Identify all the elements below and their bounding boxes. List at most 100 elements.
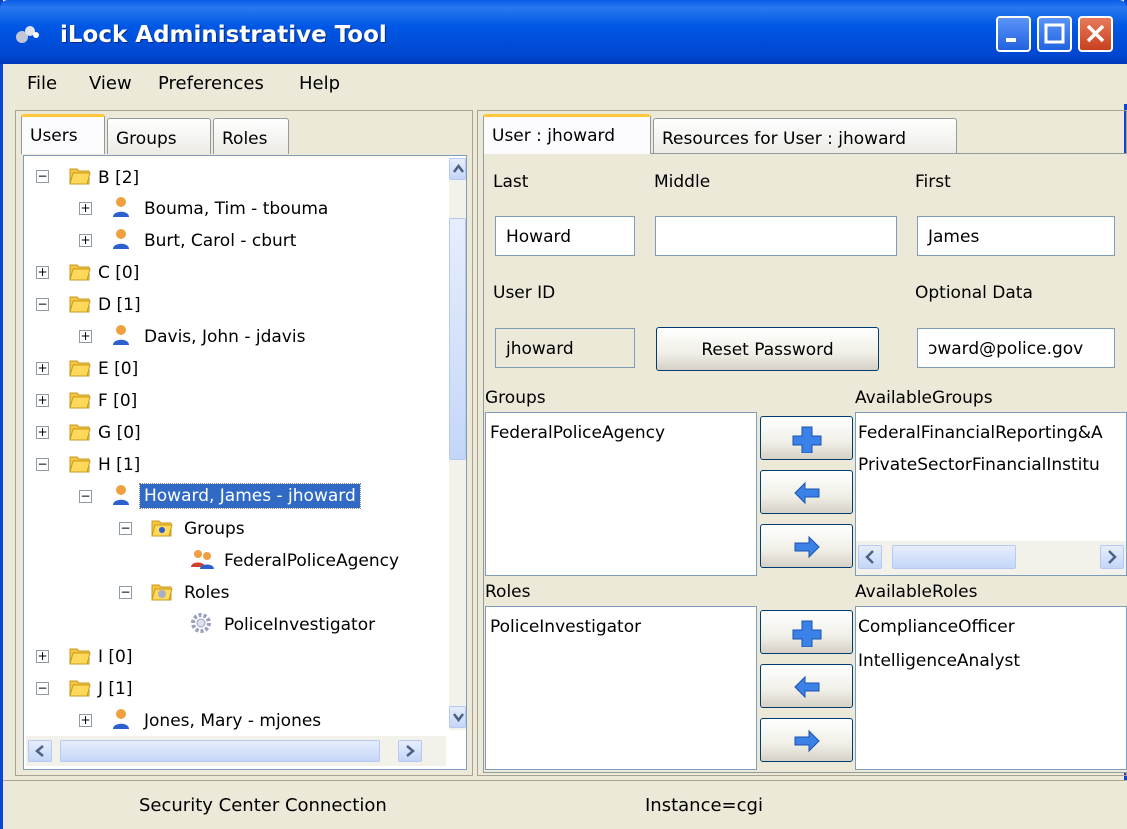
last-name-input[interactable]: Howard [495,216,635,256]
tree-node-f[interactable]: F [0] [98,391,137,411]
groups-list[interactable]: FederalPoliceAgency [485,412,757,576]
collapse-icon[interactable]: − [119,522,132,535]
tree-node-davis[interactable]: Davis, John - jdavis [144,327,305,347]
scroll-up-icon[interactable] [449,158,466,180]
connection-status: Security Center Connection [139,795,387,816]
move-role-right-button[interactable] [760,718,853,762]
first-name-input[interactable]: James [917,216,1115,256]
list-item[interactable]: ComplianceOfficer [858,617,1015,637]
roles-label: Roles [485,582,531,602]
expand-icon[interactable]: + [79,234,92,247]
user-icon [113,197,129,217]
group-icon [191,550,214,569]
available-groups-label: AvailableGroups [855,388,993,408]
folder-icon [69,360,91,377]
collapse-icon[interactable]: − [36,170,49,183]
expand-icon[interactable]: + [79,330,92,343]
arrow-left-icon [794,481,820,505]
list-item[interactable]: IntelligenceAnalyst [858,651,1020,671]
tree-node-c[interactable]: C [0] [98,263,139,283]
scroll-down-icon[interactable] [449,706,466,728]
tree-node-b[interactable]: B [2] [98,168,139,188]
move-role-left-button[interactable] [760,664,853,708]
tree-node-d[interactable]: D [1] [98,295,141,315]
scroll-thumb[interactable] [60,740,380,762]
tab-user[interactable]: User : jhoward [483,114,651,154]
user-tree[interactable]: − B [2] + Bouma, Tim - tbouma + Burt, Ca… [23,155,467,770]
list-item[interactable]: PoliceInvestigator [490,617,641,637]
tree-node-jones[interactable]: Jones, Mary - mjones [144,711,321,731]
tree-horizontal-scrollbar[interactable] [26,736,446,766]
tab-users[interactable]: Users [21,114,105,154]
tab-roles[interactable]: Roles [213,118,289,154]
expand-icon[interactable]: + [36,650,49,663]
title-bar[interactable]: iLock Administrative Tool [0,0,1127,64]
tree-node-roles[interactable]: Roles [184,583,230,603]
tree-node-e[interactable]: E [0] [98,359,138,379]
add-role-button[interactable] [760,610,853,654]
gear-icon [191,613,211,633]
groups-folder-icon [151,520,173,537]
collapse-icon[interactable]: − [36,458,49,471]
tree-node-policeinvestigator[interactable]: PoliceInvestigator [224,615,375,635]
menu-view[interactable]: View [89,73,132,94]
available-groups-hscrollbar[interactable] [856,541,1126,575]
tree-node-howard-selected[interactable]: Howard, James - jhoward [139,483,361,509]
tree-node-h[interactable]: H [1] [98,455,140,475]
add-group-button[interactable] [760,416,853,460]
available-roles-list[interactable]: ComplianceOfficer IntelligenceAnalyst [855,606,1127,770]
tree-node-federalpoliceagency[interactable]: FederalPoliceAgency [224,551,399,571]
tab-resources[interactable]: Resources for User : jhoward [653,118,957,154]
list-item[interactable]: FederalFinancialReporting&A [858,423,1103,443]
expand-icon[interactable]: + [79,202,92,215]
close-button[interactable] [1078,16,1113,52]
list-item[interactable]: FederalPoliceAgency [490,423,665,443]
plus-icon [792,426,822,453]
collapse-icon[interactable]: − [79,490,92,503]
expand-icon[interactable]: + [36,426,49,439]
move-group-left-button[interactable] [760,470,853,514]
expand-icon[interactable]: + [36,362,49,375]
expand-icon[interactable]: + [36,394,49,407]
maximize-button[interactable] [1037,16,1072,52]
expand-icon[interactable]: + [36,266,49,279]
optional-data-input[interactable]: ɔward@police.gov [917,328,1115,368]
menu-preferences[interactable]: Preferences [158,73,264,94]
collapse-icon[interactable]: − [119,586,132,599]
optional-data-label: Optional Data [915,283,1033,303]
tree-node-bouma[interactable]: Bouma, Tim - tbouma [144,199,328,219]
status-bar: Security Center Connection Instance=cgi [3,780,1127,829]
tree-node-g[interactable]: G [0] [98,423,141,443]
plus-icon [792,620,822,647]
scroll-thumb[interactable] [449,218,466,460]
scroll-left-icon[interactable] [28,740,52,762]
scroll-right-icon[interactable] [1100,545,1124,569]
available-groups-list[interactable]: FederalFinancialReporting&A PrivateSecto… [855,412,1127,576]
scroll-left-icon[interactable] [858,545,882,569]
menu-help[interactable]: Help [299,73,340,94]
tree-vertical-scrollbar[interactable] [449,158,466,730]
expand-icon[interactable]: + [79,714,92,727]
move-group-right-button[interactable] [760,524,853,568]
folder-icon [69,456,91,473]
user-icon [113,485,129,505]
menu-file[interactable]: File [27,73,57,94]
middle-name-input[interactable] [655,216,897,256]
window-title: iLock Administrative Tool [60,22,387,48]
tree-node-groups[interactable]: Groups [184,519,245,539]
collapse-icon[interactable]: − [36,298,49,311]
tree-node-i[interactable]: I [0] [98,647,133,667]
collapse-icon[interactable]: − [36,682,49,695]
minimize-button[interactable] [996,16,1031,52]
tree-node-burt[interactable]: Burt, Carol - cburt [144,231,296,251]
list-item[interactable]: PrivateSectorFinancialInstitu [858,455,1100,475]
scroll-right-icon[interactable] [398,740,422,762]
scroll-thumb[interactable] [892,545,1016,569]
roles-list[interactable]: PoliceInvestigator [485,606,757,770]
reset-password-button[interactable]: Reset Password [656,327,879,371]
tree-node-j[interactable]: J [1] [98,679,133,699]
app-window: iLock Administrative Tool File View Pref… [0,0,1127,829]
folder-icon [69,648,91,665]
tab-groups[interactable]: Groups [107,118,211,154]
user-icon [113,325,129,345]
